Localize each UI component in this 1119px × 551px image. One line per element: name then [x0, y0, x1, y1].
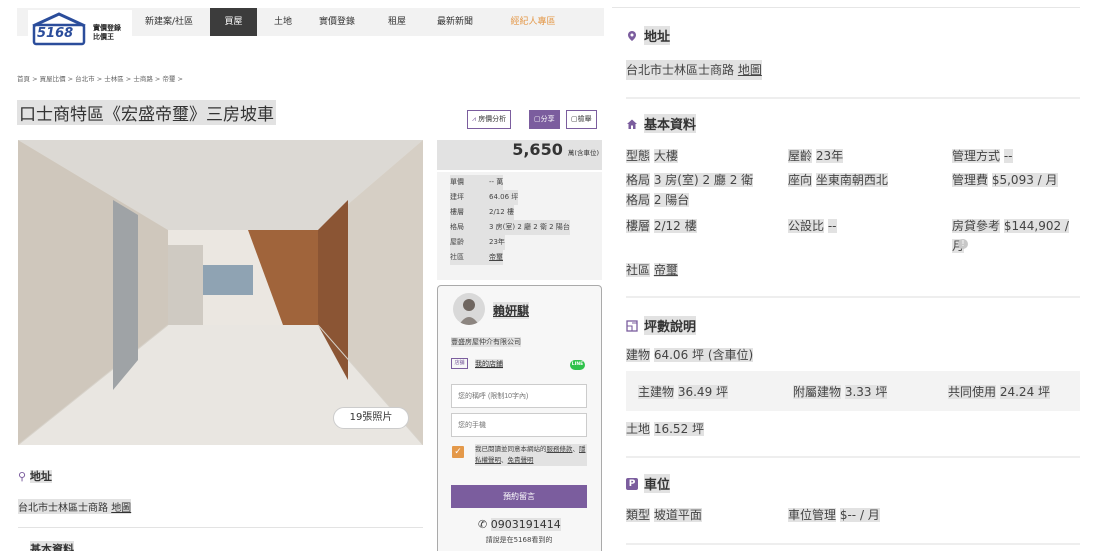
price-value: 5,650 — [512, 140, 563, 159]
location-pin-icon: ⚲ — [18, 470, 27, 483]
terms-link[interactable]: 服務條款 — [547, 445, 573, 453]
phone-input[interactable] — [451, 413, 587, 437]
management-row: 管理方式 -- — [952, 149, 1013, 163]
phone-hint: 請說是在5168看到的 — [485, 536, 553, 544]
share-icon: ▢ — [534, 115, 541, 123]
trend-icon: ⩘ — [472, 115, 476, 123]
basic-info-heading: 基本資料 — [626, 114, 697, 133]
listing-detail-panel: 地址 台北市士林區士商路 地圖 基本資料 型態 大樓 屋齡 23年 管理方式 -… — [612, 7, 1080, 551]
left-address-heading: ⚲ 地址 — [18, 470, 52, 483]
consent-text: 我已閱讀並同意本網站的服務條款、隱私權聲明、免責聲明 — [475, 444, 587, 466]
home-icon — [627, 119, 637, 129]
area-heading: 坪數說明 — [626, 316, 697, 335]
report-button[interactable]: ▢檢舉 — [566, 110, 597, 129]
common-area-row: 共同使用 24.24 坪 — [948, 385, 1051, 399]
spec-row-age: 屋齡 23年 — [450, 235, 602, 250]
layout-row: 格局 3 房(室) 2 廳 2 衛 — [626, 173, 754, 187]
left-address-value: 台北市士林區士商路 地圖 — [18, 499, 132, 514]
submit-message-button[interactable]: 預約留言 — [451, 485, 587, 508]
building-area-row: 建物 64.06 坪 (含車位) — [626, 348, 754, 362]
public-ratio-row: 公設比 -- — [788, 219, 837, 233]
spec-row-community: 社區 帝璽 — [450, 250, 602, 265]
disclaimer-link[interactable]: 免責聲明 — [508, 456, 534, 464]
avatar — [453, 293, 485, 325]
info-icon[interactable]: ! — [958, 239, 968, 249]
annex-building-row: 附屬建物 3.33 坪 — [793, 385, 888, 399]
type-row: 型態 大樓 — [626, 149, 678, 163]
parking-management-row: 車位管理 $-- / 月 — [788, 508, 880, 522]
page-title: 口士商特區《宏盛帝璽》三房坡車 — [17, 100, 276, 125]
name-input[interactable] — [451, 384, 587, 408]
nav-rent[interactable]: 租屋 — [379, 8, 415, 36]
consent-checkbox[interactable]: ✓ — [452, 446, 464, 458]
spec-row-area: 建坪 64.06 坪 — [450, 190, 602, 205]
spec-row-floor: 樓層 2/12 樓 — [450, 205, 602, 220]
agent-company: 豐盛房屋仲介有限公司 — [451, 337, 521, 347]
price: 5,650 萬(含車位) — [437, 140, 602, 170]
shop-icon: 店舖 — [451, 358, 468, 369]
left-basic-heading: 基本資料 — [30, 541, 74, 551]
site-logo[interactable]: 5168 實價登錄 比價王 — [28, 10, 132, 50]
floor-plan-icon — [626, 319, 638, 332]
address-heading: 地址 — [626, 26, 671, 45]
parking-type-row: 類型 坡道平面 — [626, 508, 702, 522]
breadcrumb[interactable]: 首頁 > 買屋比價 > 台北市 > 士林區 > 士商路 > 帝璽 > — [17, 73, 183, 83]
listing-page-left: 新建案/社區 買屋 土地 實價登錄 租屋 最新新聞 經紀人專區 5168 實價登… — [0, 0, 612, 551]
flag-icon: ▢ — [571, 115, 578, 123]
parking-heading: P 車位 — [626, 474, 671, 493]
nav-price-records[interactable]: 實價登錄 — [312, 8, 362, 36]
map-link[interactable]: 地圖 — [738, 63, 762, 77]
main-building-row: 主建物 36.49 坪 — [638, 385, 729, 399]
spec-row-layout: 格局 3 房(室) 2 廳 2 衛 2 陽台 — [450, 220, 602, 235]
facing-row: 座向 坐東南朝西北 — [788, 173, 888, 187]
agent-contact-card: 賴姸騏 豐盛房屋仲介有限公司 店舖 我的店鋪 LINE ✓ 我已閱讀並同意本網站… — [437, 285, 602, 551]
age-row: 屋齡 23年 — [788, 149, 844, 163]
location-pin-icon — [628, 30, 636, 41]
divider — [626, 456, 1080, 458]
divider — [626, 296, 1080, 298]
nav-land[interactable]: 土地 — [264, 8, 302, 36]
line-icon[interactable]: LINE — [570, 360, 585, 370]
my-shop-link[interactable]: 我的店鋪 — [475, 359, 503, 369]
community-link[interactable]: 帝璽 — [653, 263, 678, 277]
divider — [626, 543, 1080, 545]
parking-icon: P — [626, 477, 638, 490]
nav-buy[interactable]: 買屋 — [210, 8, 257, 36]
divider — [18, 527, 423, 528]
spec-summary: 單價 -- 萬 建坪 64.06 坪 樓層 2/12 樓 格局 3 房(室) 2 廳 2… — [437, 172, 602, 280]
photo-count-button[interactable]: 19張照片 — [333, 407, 409, 429]
land-area-row: 土地 16.52 坪 — [626, 422, 705, 436]
interior-photo-image — [18, 140, 423, 445]
community-row: 社區 帝璽 — [626, 263, 678, 277]
management-fee-row: 管理費 $5,093 / 月 — [952, 173, 1058, 187]
phone-icon: ✆ — [478, 518, 488, 531]
logo-tagline: 實價登錄 比價王 — [93, 24, 121, 41]
price-analysis-button[interactable]: ⩘ 房價分析 — [467, 110, 512, 129]
logo-text: 5168 — [37, 26, 74, 41]
divider — [626, 97, 1080, 99]
listing-photo[interactable] — [18, 140, 423, 445]
price-unit: 萬(含車位) — [567, 149, 599, 157]
left-map-link[interactable]: 地圖 — [111, 503, 131, 514]
agent-name[interactable]: 賴姸騏 — [493, 302, 530, 319]
share-button[interactable]: ▢分享 — [529, 110, 560, 129]
nav-news[interactable]: 最新新聞 — [430, 8, 480, 36]
agent-phone[interactable]: ✆ 0903191414 — [478, 518, 561, 531]
spec-row-unit-price: 單價 -- 萬 — [450, 175, 602, 190]
floor-row: 樓層 2/12 樓 — [626, 219, 697, 233]
nav-agent-zone[interactable]: 經紀人專區 — [502, 8, 564, 36]
loan-reference-row: 房貸參考 $144,902 /月 — [952, 216, 1080, 256]
layout-balcony-row: 格局 2 陽台 — [626, 193, 690, 207]
nav-new-projects[interactable]: 新建案/社區 — [133, 8, 205, 36]
address-value: 台北市士林區士商路 地圖 — [626, 60, 762, 80]
